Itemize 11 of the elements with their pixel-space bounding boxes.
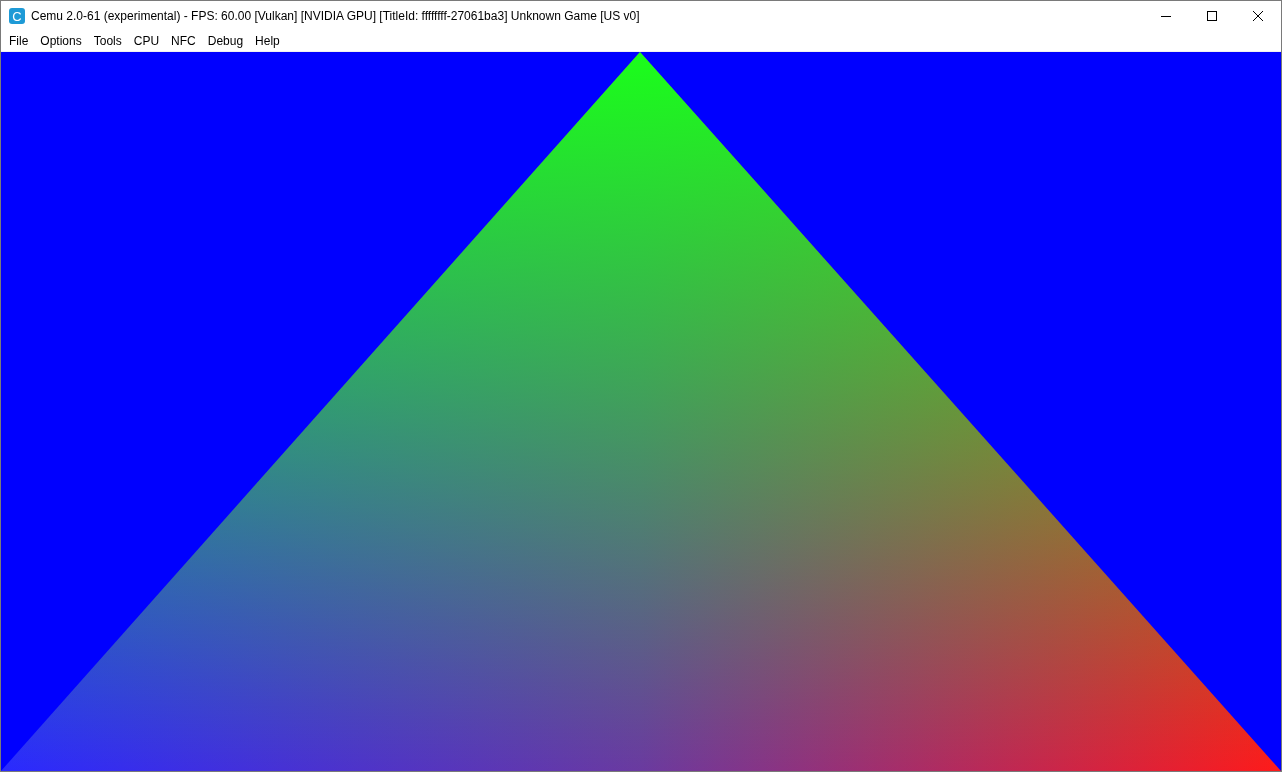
menu-item[interactable]: File [3,34,35,48]
menu-item[interactable]: Debug [201,34,250,48]
menu-item[interactable]: NFC [165,34,202,48]
window-title: Cemu 2.0-61 (experimental) - FPS: 60.00 [Vulkan] [NVIDIA GPU] [TitleId: ffffffff-27061ba3] Unknown Game [US v0] [31,9,640,23]
maximize-icon [1207,11,1217,21]
menu-item[interactable]: Help [249,34,286,48]
app-logo-icon: C [9,8,25,24]
menu-item[interactable]: Tools [87,34,128,48]
menu-item[interactable]: Options [34,34,88,48]
menu-item[interactable]: CPU [127,34,166,48]
close-icon [1253,11,1263,21]
